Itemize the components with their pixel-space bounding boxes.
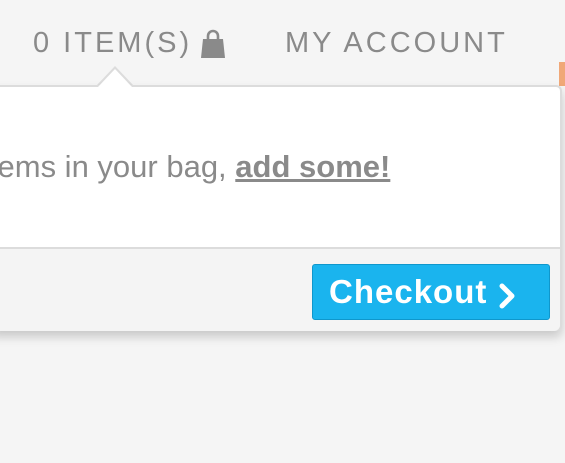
my-account-link[interactable]: MY ACCOUNT <box>285 27 508 60</box>
checkout-button[interactable]: Checkout <box>312 264 550 320</box>
cart-link[interactable]: 0 ITEM(S) <box>33 27 226 60</box>
cart-dropdown-footer: Checkout <box>0 247 560 331</box>
chevron-right-icon <box>499 279 517 309</box>
accent-strip <box>559 62 565 86</box>
cart-count-label: 0 ITEM(S) <box>33 27 193 59</box>
shopping-bag-icon <box>200 29 226 59</box>
top-navigation: 0 ITEM(S) MY ACCOUNT <box>0 0 565 86</box>
empty-cart-message: items in your bag, add some! <box>0 149 390 185</box>
checkout-label: Checkout <box>329 273 488 310</box>
cart-dropdown-panel: items in your bag, add some! Checkout <box>0 85 562 331</box>
dropdown-caret-fill <box>98 69 132 87</box>
add-some-link[interactable]: add some! <box>235 149 390 184</box>
empty-cart-text: items in your bag, <box>0 149 236 184</box>
cart-dropdown-body: items in your bag, add some! <box>0 87 560 247</box>
